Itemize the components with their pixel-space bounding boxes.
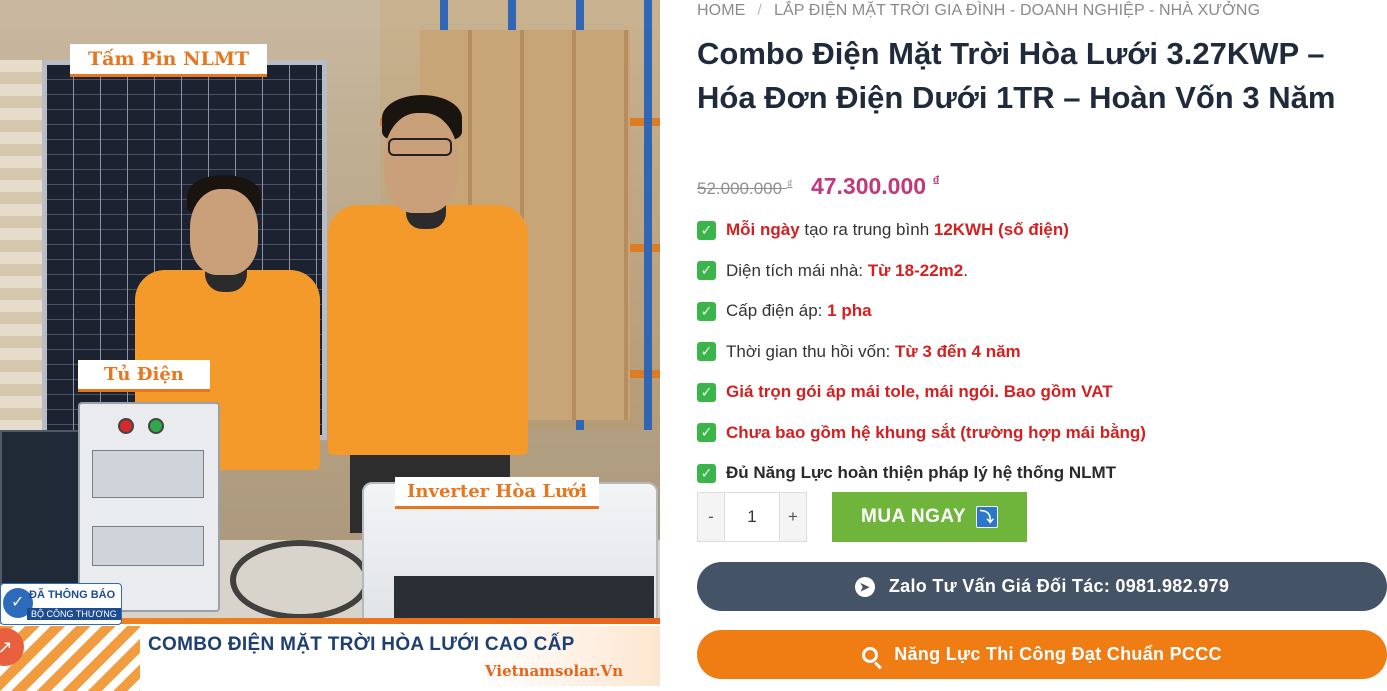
quantity-decrease-button[interactable]: - — [698, 493, 724, 541]
send-icon: ➤ — [854, 576, 875, 597]
feature-item: ✓ Cấp điện áp: 1 pha — [697, 291, 1387, 332]
breadcrumb-separator: / — [757, 2, 762, 19]
quantity-increase-button[interactable]: + — [780, 493, 806, 541]
feature-item: ✓ Đủ Năng Lực hoàn thiện pháp lý hệ thốn… — [697, 453, 1387, 494]
banner-website: Vietnamsolar.Vn — [485, 662, 624, 680]
banner-title: COMBO ĐIỆN MẶT TRỜI HÒA LƯỚI CAO CẤP — [148, 634, 575, 655]
cable-coil — [230, 540, 370, 620]
check-icon: ✓ — [697, 382, 716, 402]
label-cabinet: Tủ Điện — [78, 360, 210, 392]
breadcrumb-category[interactable]: LẮP ĐIỆN MẶT TRỜI GIA ĐÌNH - DOANH NGHIỆ… — [774, 2, 1260, 19]
feature-item: ✓ Giá trọn gói áp mái tole, mái ngói. Ba… — [697, 372, 1387, 413]
quantity-input[interactable] — [724, 493, 780, 541]
glasses — [388, 138, 452, 156]
feature-item: ✓ Diện tích mái nhà: Từ 18-22m2. — [697, 251, 1387, 292]
product-title: Combo Điện Mặt Trời Hòa Lưới 3.27KWP – H… — [697, 36, 1336, 115]
arrow-down-icon: ⤵ — [976, 506, 998, 528]
check-icon: ✓ — [697, 301, 716, 321]
dark-equipment-box — [0, 430, 82, 600]
electrical-cabinet-photo — [78, 402, 220, 612]
breadcrumb: HOME / LẮP ĐIỆN MẶT TRỜI GIA ĐÌNH - DOANH … — [697, 2, 1260, 20]
banner-chevrons — [0, 626, 140, 691]
currency-symbol: ₫ — [786, 178, 793, 190]
check-icon: ✓ — [697, 220, 716, 240]
check-icon: ✓ — [697, 342, 716, 362]
old-price: 52.000.000 ₫ — [697, 178, 793, 198]
quantity-stepper: - + — [697, 492, 807, 542]
buy-now-label: MUA NGAY — [861, 506, 966, 527]
pccc-capability-label: Năng Lực Thi Công Đạt Chuẩn PCCC — [894, 644, 1222, 664]
feature-item: ✓ Chưa bao gồm hệ khung sắt (trường hợp … — [697, 413, 1387, 454]
product-summary: HOME / LẮP ĐIỆN MẶT TRỜI GIA ĐÌNH - DOANH … — [697, 0, 1387, 691]
badge-line2: BỘ CÔNG THƯƠNG — [27, 608, 121, 620]
label-solar-panel: Tấm Pin NLMT — [70, 44, 267, 77]
feature-item: ✓ Mỗi ngày tạo ra trung bình 12KWH (số đ… — [697, 210, 1387, 251]
feature-item: ✓ Thời gian thu hồi vốn: Từ 3 đến 4 năm — [697, 332, 1387, 373]
badge-line1: ĐÃ THÔNG BÁO — [29, 589, 116, 601]
currency-symbol: ₫ — [932, 172, 940, 188]
check-icon: ✓ — [697, 261, 716, 281]
check-icon: ✓ — [697, 423, 716, 443]
zalo-consult-label: Zalo Tư Vấn Giá Đối Tác: 0981.982.979 — [888, 576, 1230, 596]
check-icon: ✓ — [697, 463, 716, 483]
price-row: 52.000.000 ₫ 47.300.000 ₫ — [697, 172, 940, 200]
search-icon — [862, 646, 879, 663]
breadcrumb-home[interactable]: HOME — [697, 2, 745, 19]
feature-list: ✓ Mỗi ngày tạo ra trung bình 12KWH (số đ… — [697, 210, 1387, 494]
pccc-capability-button[interactable]: Năng Lực Thi Công Đạt Chuẩn PCCC — [697, 630, 1387, 679]
label-inverter: Inverter Hòa Lưới — [395, 477, 599, 509]
sale-price: 47.300.000 ₫ — [810, 172, 940, 199]
buy-now-button[interactable]: MUA NGAY ⤵ — [832, 492, 1027, 542]
product-image[interactable]: Tấm Pin NLMT Tủ Điện Inverter Hòa Lưới C… — [0, 0, 660, 691]
ministry-notified-badge: ĐÃ THÔNG BÁO BỘ CÔNG THƯƠNG — [0, 583, 122, 625]
zalo-consult-button[interactable]: ➤ Zalo Tư Vấn Giá Đối Tác: 0981.982.979 — [697, 562, 1387, 611]
